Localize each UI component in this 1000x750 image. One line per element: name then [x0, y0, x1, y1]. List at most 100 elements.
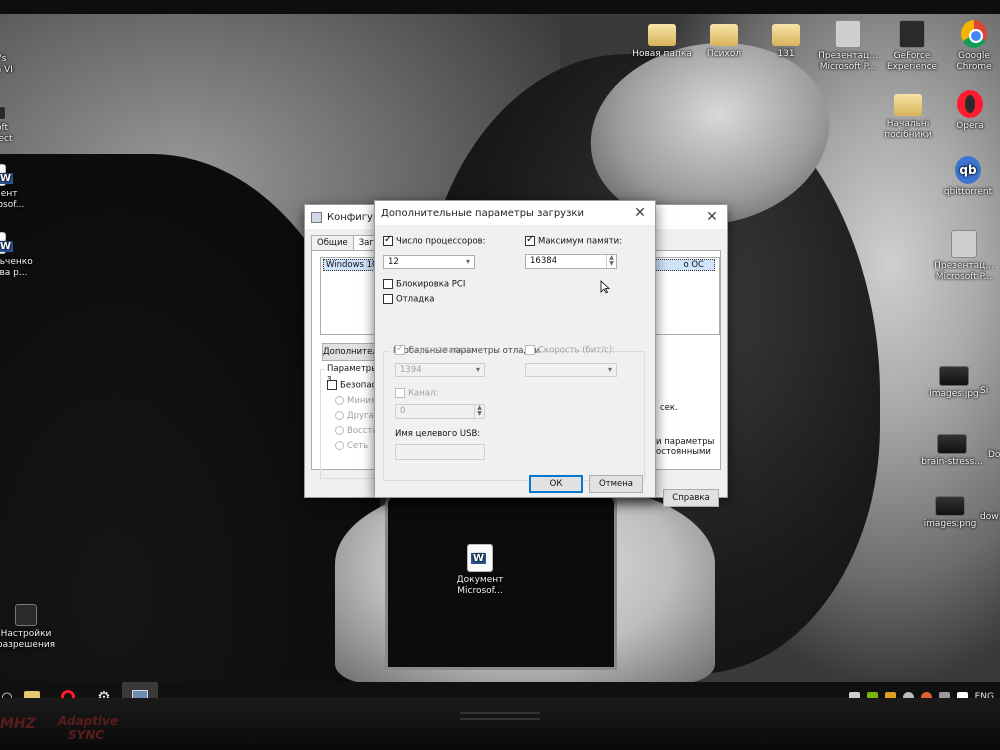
presentation-file-icon: [835, 20, 861, 48]
num-processors-select[interactable]: 12 ▾: [383, 255, 475, 269]
tab-general[interactable]: Общие: [311, 235, 354, 250]
desktop-icon-label: Настройки разрешения: [0, 629, 56, 650]
desktop-icon-opera[interactable]: Opera: [930, 90, 1000, 132]
app-icon: [0, 106, 6, 120]
spin-arrows-icon[interactable]: ▲ ▼: [606, 255, 616, 268]
baud-rate-label: Скорость (бит/с):: [538, 345, 615, 356]
channel-spinner[interactable]: 0 ▲ ▼: [395, 404, 485, 419]
desktop-icon-presentation-2[interactable]: Презентац... Microsoft P...: [924, 230, 1000, 283]
radio-repair[interactable]: [335, 426, 344, 435]
baud-rate-row[interactable]: Скорость (бит/с):: [525, 345, 615, 356]
boot-options-group: Параметры з Безопасн Минима Другая Восст…: [320, 364, 383, 479]
channel-value: 0: [400, 406, 406, 416]
usb-target-label: Имя целевого USB:: [395, 429, 481, 439]
desktop-icon-label: Opera: [956, 121, 984, 131]
max-memory-row[interactable]: Максимум памяти:: [525, 234, 623, 247]
folder-icon: [648, 24, 676, 46]
word-document-icon: [0, 164, 14, 186]
desktop-icon-label: dow: [980, 512, 999, 522]
desktop-icon-partial-do[interactable]: Do: [988, 450, 1000, 461]
max-memory-checkbox[interactable]: [525, 234, 535, 246]
folder-icon: [894, 94, 922, 116]
monitor-label-left: MHZ: [0, 716, 36, 732]
radio-label: Сеть: [347, 441, 369, 451]
dialog-title: Дополнительные параметры загрузки: [381, 207, 584, 219]
chrome-icon: [961, 20, 987, 48]
folder-icon: [710, 24, 738, 46]
pci-lock-checkbox[interactable]: [383, 279, 393, 289]
desktop-icon-chrome[interactable]: Google Chrome: [934, 20, 1000, 73]
ok-button[interactable]: ОК: [529, 475, 583, 493]
make-permanent-label-2: остоянными: [656, 447, 711, 457]
max-memory-value: 16384: [530, 256, 558, 266]
num-processors-value: 12: [388, 257, 399, 267]
desktop-icon-left-1[interactable]: er's on VI: [0, 54, 20, 76]
baud-rate-checkbox[interactable]: [525, 345, 535, 355]
spin-arrows-icon[interactable]: ▲ ▼: [474, 405, 484, 418]
channel-checkbox[interactable]: [395, 388, 405, 398]
cancel-button[interactable]: Отмена: [589, 475, 643, 493]
monitor-label-adaptive: Adaptive: [58, 714, 119, 728]
desktop-icon-partial-si[interactable]: Si: [980, 386, 1000, 397]
desktop-icon-label: Документ Microsof...: [456, 575, 504, 596]
debug-port-value: 1394: [400, 365, 422, 375]
presentation-file-icon: [951, 230, 977, 258]
radio-network-row[interactable]: Сеть: [335, 441, 368, 451]
word-document-icon: [467, 544, 493, 572]
radio-other-row[interactable]: Другая: [335, 411, 379, 421]
debug-port-row[interactable]: Порт отладки:: [395, 343, 473, 356]
desktop-icon-left-3[interactable]: мент rosof...: [0, 164, 28, 211]
desktop-icon-partial-dow[interactable]: dow: [980, 512, 1000, 523]
desktop-icon-label: Si: [980, 386, 989, 396]
desktop-icon-left-2[interactable]: oft lect: [0, 106, 20, 145]
radio-network[interactable]: [335, 441, 344, 450]
image-file-icon: [935, 496, 965, 516]
debug-row[interactable]: Отладка: [383, 294, 435, 305]
debug-port-select[interactable]: 1394 ▾: [395, 363, 485, 377]
debug-port-checkbox[interactable]: [395, 343, 405, 355]
dialog-title-bar[interactable]: Дополнительные параметры загрузки ✕: [375, 201, 655, 225]
close-icon[interactable]: ✕: [625, 205, 655, 221]
help-button[interactable]: Справка: [663, 489, 719, 507]
monitor-bezel-top: [0, 0, 1000, 14]
advanced-options-button[interactable]: Дополнитель: [322, 343, 383, 361]
safe-boot-checkbox[interactable]: [327, 380, 337, 390]
advanced-boot-options-dialog[interactable]: Дополнительные параметры загрузки ✕ Числ…: [374, 200, 656, 498]
close-icon[interactable]: ✕: [697, 209, 727, 225]
num-processors-checkbox[interactable]: [383, 234, 393, 246]
desktop-icon-label: er's on VI: [0, 54, 13, 75]
monitor-bezel-bottom: [0, 698, 1000, 750]
channel-row[interactable]: Канал:: [395, 388, 438, 399]
desktop-icon-left-4[interactable]: льченко ова р...: [0, 232, 34, 279]
timeout-seconds-label: сек.: [660, 403, 678, 413]
channel-label: Канал:: [408, 388, 439, 399]
baud-rate-select[interactable]: ▾: [525, 363, 617, 377]
pci-lock-row[interactable]: Блокировка PCI: [383, 279, 465, 290]
image-file-icon: [939, 366, 969, 386]
radio-minimal[interactable]: [335, 396, 344, 405]
monitor-logo: [460, 712, 540, 720]
desktop-icon-label: oft lect: [0, 123, 13, 144]
debug-checkbox[interactable]: [383, 294, 393, 304]
desktop-icon-qbittorrent[interactable]: qb qbittorrent: [928, 156, 1000, 198]
num-processors-row[interactable]: Число процессоров:: [383, 234, 486, 247]
monitor-label-sync: SYNC: [68, 728, 105, 742]
desktop-icon-brain-stress[interactable]: brain-stress...: [912, 428, 992, 468]
word-document-icon: [0, 232, 14, 254]
desktop-icon-label: Google Chrome: [956, 51, 992, 72]
display-settings-icon: [15, 604, 37, 626]
image-file-icon: [937, 434, 967, 454]
radio-other[interactable]: [335, 411, 344, 420]
desktop-icon-label: qbittorrent: [943, 187, 993, 197]
max-memory-label: Максимум памяти:: [538, 236, 623, 247]
max-memory-spinner[interactable]: 16384 ▲ ▼: [525, 254, 617, 269]
desktop-icon-label: brain-stress...: [921, 457, 983, 467]
desktop-icon-label: Презентац... Microsoft P...: [934, 261, 994, 282]
debug-label: Отладка: [396, 294, 435, 305]
desktop-icon-label: images.png: [923, 519, 977, 529]
usb-target-input[interactable]: [395, 444, 485, 460]
desktop-icon-word-document[interactable]: Документ Microsof...: [440, 544, 520, 597]
desktop-icon-resolution-settings[interactable]: Настройки разрешения: [0, 604, 66, 651]
chevron-down-icon: ▾: [475, 365, 480, 374]
desktop-icon-images-png[interactable]: images.png: [910, 490, 990, 530]
